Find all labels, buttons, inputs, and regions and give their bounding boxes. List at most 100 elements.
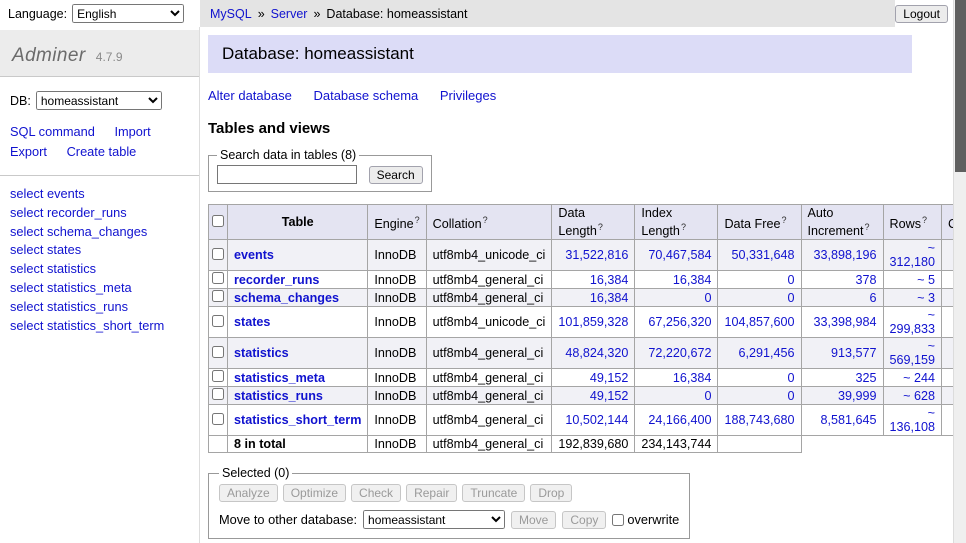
- data-free-link[interactable]: 188,743,680: [724, 413, 794, 427]
- data-length-link[interactable]: 49,152: [590, 389, 629, 403]
- auto-increment-link[interactable]: 913,577: [831, 346, 877, 360]
- rows-link[interactable]: ~ 5: [917, 273, 935, 287]
- data-free-link[interactable]: 6,291,456: [738, 346, 794, 360]
- row-checkbox[interactable]: [212, 248, 224, 260]
- language-select[interactable]: English: [72, 4, 184, 23]
- optimize-button[interactable]: Optimize: [283, 484, 346, 502]
- check-button[interactable]: Check: [351, 484, 401, 502]
- index-length-link[interactable]: 0: [704, 291, 711, 305]
- rows-cell: ~ 628: [883, 387, 942, 405]
- data-length-link[interactable]: 16,384: [590, 291, 629, 305]
- auto-increment-link[interactable]: 325: [855, 371, 876, 385]
- database-schema-link[interactable]: Database schema: [313, 88, 418, 103]
- repair-button[interactable]: Repair: [406, 484, 457, 502]
- table-link[interactable]: statistics: [234, 346, 289, 360]
- alter-database-link[interactable]: Alter database: [208, 88, 292, 103]
- auto-increment-link[interactable]: 33,398,984: [813, 315, 876, 329]
- row-checkbox[interactable]: [212, 370, 224, 382]
- data-length-link[interactable]: 49,152: [590, 371, 629, 385]
- rows-link[interactable]: ~ 299,833: [890, 308, 936, 336]
- row-checkbox[interactable]: [212, 290, 224, 302]
- table-link[interactable]: recorder_runs: [234, 273, 319, 287]
- sidebar-sql-command-link[interactable]: SQL command: [10, 124, 95, 139]
- help-icon[interactable]: ?: [865, 222, 870, 232]
- drop-button[interactable]: Drop: [530, 484, 572, 502]
- row-checkbox[interactable]: [212, 388, 224, 400]
- rows-link[interactable]: ~ 136,108: [890, 406, 936, 434]
- search-button[interactable]: Search: [369, 166, 423, 184]
- row-checkbox[interactable]: [212, 413, 224, 425]
- help-icon[interactable]: ?: [922, 215, 927, 225]
- help-icon[interactable]: ?: [781, 215, 786, 225]
- table-link[interactable]: statistics_meta: [234, 371, 325, 385]
- data-length-link[interactable]: 48,824,320: [565, 346, 628, 360]
- help-icon[interactable]: ?: [483, 215, 488, 225]
- data-length-link[interactable]: 16,384: [590, 273, 629, 287]
- sidebar-table-link[interactable]: select schema_changes: [10, 224, 147, 239]
- index-length-link[interactable]: 16,384: [673, 273, 712, 287]
- total-label: 8 in total: [228, 436, 368, 453]
- sidebar-import-link[interactable]: Import: [114, 124, 150, 139]
- row-checkbox[interactable]: [212, 315, 224, 327]
- data-free-link[interactable]: 0: [787, 291, 794, 305]
- row-checkbox[interactable]: [212, 346, 224, 358]
- overwrite-checkbox[interactable]: [612, 514, 624, 526]
- rows-link[interactable]: ~ 3: [917, 291, 935, 305]
- index-length-link[interactable]: 0: [704, 389, 711, 403]
- sidebar-table-link[interactable]: select statistics_runs: [10, 299, 128, 314]
- table-link[interactable]: states: [234, 315, 270, 329]
- copy-button[interactable]: Copy: [562, 511, 606, 529]
- help-icon[interactable]: ?: [681, 222, 686, 232]
- index-length-link[interactable]: 72,220,672: [648, 346, 711, 360]
- rows-link[interactable]: ~ 628: [903, 389, 935, 403]
- db-select[interactable]: homeassistant: [36, 91, 162, 110]
- row-checkbox[interactable]: [212, 272, 224, 284]
- data-length-link[interactable]: 10,502,144: [565, 413, 628, 427]
- help-icon[interactable]: ?: [598, 222, 603, 232]
- sidebar-export-link[interactable]: Export: [10, 144, 47, 159]
- truncate-button[interactable]: Truncate: [462, 484, 525, 502]
- data-free-link[interactable]: 0: [787, 389, 794, 403]
- table-link[interactable]: schema_changes: [234, 291, 339, 305]
- index-length-link[interactable]: 24,166,400: [648, 413, 711, 427]
- sidebar-table-link[interactable]: select recorder_runs: [10, 205, 127, 220]
- sidebar-table-link[interactable]: select statistics_meta: [10, 280, 132, 295]
- sidebar-table-link[interactable]: select events: [10, 186, 85, 201]
- index-length-link[interactable]: 67,256,320: [648, 315, 711, 329]
- sidebar-create-table-link[interactable]: Create table: [67, 144, 137, 159]
- sidebar-table-link[interactable]: select states: [10, 242, 81, 257]
- data-free-link[interactable]: 104,857,600: [724, 315, 794, 329]
- rows-link[interactable]: ~ 312,180: [890, 241, 936, 269]
- vertical-scrollbar[interactable]: [953, 0, 966, 543]
- auto-increment-link[interactable]: 33,898,196: [813, 248, 876, 262]
- data-length-link[interactable]: 101,859,328: [558, 315, 628, 329]
- index-length-link[interactable]: 16,384: [673, 371, 712, 385]
- select-all-checkbox[interactable]: [212, 215, 224, 227]
- search-input[interactable]: [217, 165, 357, 184]
- index-length-link[interactable]: 70,467,584: [648, 248, 711, 262]
- table-link[interactable]: statistics_runs: [234, 389, 323, 403]
- auto-increment-link[interactable]: 6: [869, 291, 876, 305]
- sidebar-table-link[interactable]: select statistics: [10, 261, 96, 276]
- rows-link[interactable]: ~ 569,159: [890, 339, 936, 367]
- breadcrumb-mysql-link[interactable]: MySQL: [210, 7, 252, 21]
- data-free-link[interactable]: 50,331,648: [731, 248, 794, 262]
- table-link[interactable]: events: [234, 248, 274, 262]
- move-button[interactable]: Move: [511, 511, 556, 529]
- auto-increment-link[interactable]: 39,999: [838, 389, 877, 403]
- data-free-link[interactable]: 0: [787, 371, 794, 385]
- auto-increment-link[interactable]: 8,581,645: [820, 413, 876, 427]
- move-database-select[interactable]: homeassistant: [363, 510, 505, 529]
- table-link[interactable]: statistics_short_term: [234, 413, 361, 427]
- logout-button[interactable]: Logout: [895, 5, 948, 23]
- privileges-link[interactable]: Privileges: [440, 88, 496, 103]
- rows-link[interactable]: ~ 244: [903, 371, 935, 385]
- breadcrumb-server-link[interactable]: Server: [271, 7, 308, 21]
- data-length-link[interactable]: 31,522,816: [565, 248, 628, 262]
- auto-increment-link[interactable]: 378: [855, 273, 876, 287]
- analyze-button[interactable]: Analyze: [219, 484, 278, 502]
- sidebar-table-link[interactable]: select statistics_short_term: [10, 318, 164, 333]
- help-icon[interactable]: ?: [415, 215, 420, 225]
- scrollbar-thumb[interactable]: [955, 0, 966, 172]
- data-free-link[interactable]: 0: [787, 273, 794, 287]
